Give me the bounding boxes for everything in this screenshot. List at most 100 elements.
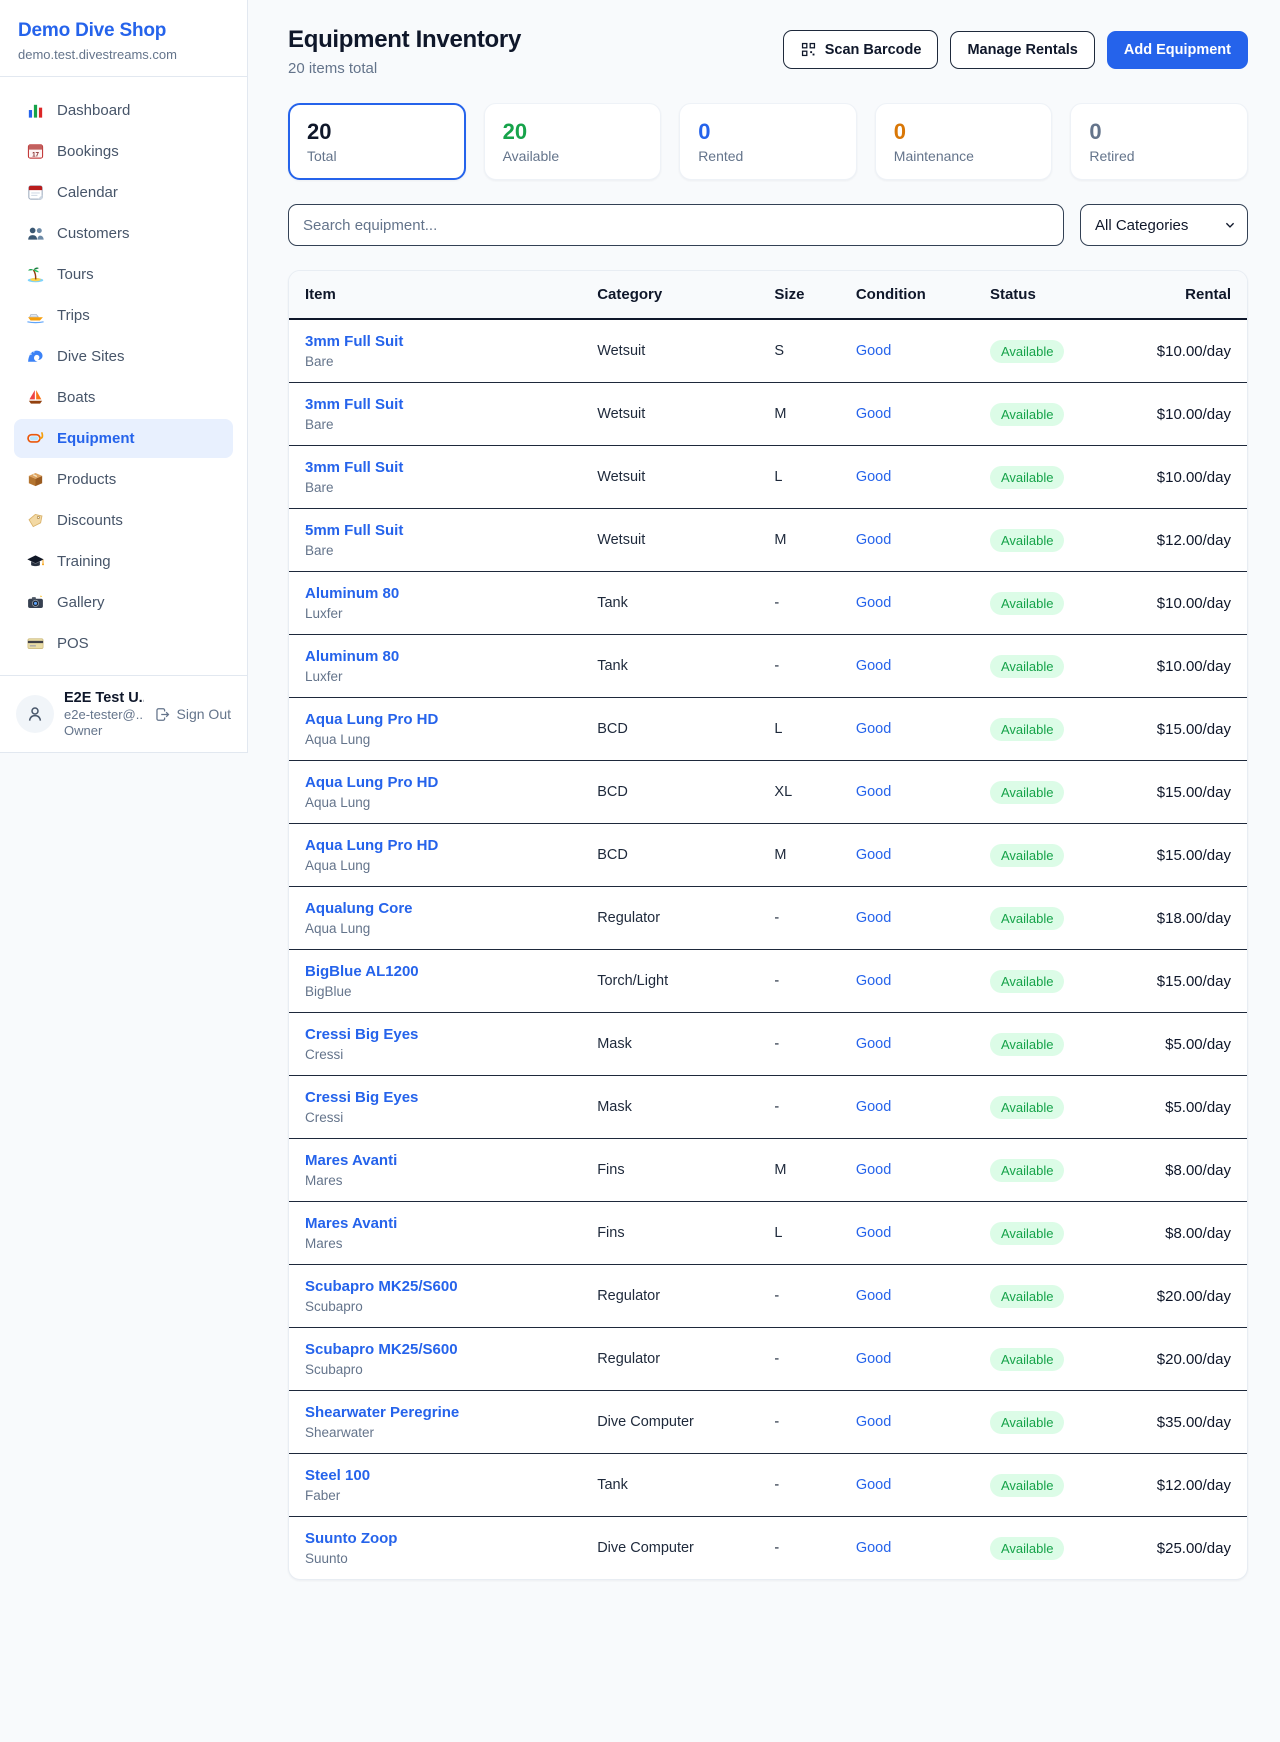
item-link[interactable]: Mares Avanti [305,1152,565,1169]
stat-card-retired[interactable]: 0 Retired [1070,103,1248,180]
item-condition-link[interactable]: Good [840,761,974,824]
sidebar-item-gallery[interactable]: Gallery [14,583,233,622]
status-badge: Available [990,403,1065,426]
table-row[interactable]: Steel 100 Faber Tank - Good Available $1… [289,1454,1247,1517]
items-total-text: 20 items total [288,60,521,77]
item-link[interactable]: Scubapro MK25/S600 [305,1278,565,1295]
table-row[interactable]: Aqualung Core Aqua Lung Regulator - Good… [289,887,1247,950]
sidebar-item-tours[interactable]: Tours [14,255,233,294]
item-condition-link[interactable]: Good [840,635,974,698]
table-row[interactable]: Suunto Zoop Suunto Dive Computer - Good … [289,1517,1247,1580]
stat-card-rented[interactable]: 0 Rented [679,103,857,180]
table-row[interactable]: Aqua Lung Pro HD Aqua Lung BCD M Good Av… [289,824,1247,887]
page-title-block: Equipment Inventory 20 items total [288,26,521,77]
scan-barcode-button[interactable]: Scan Barcode [783,30,939,69]
item-condition-link[interactable]: Good [840,1013,974,1076]
item-condition-link[interactable]: Good [840,1139,974,1202]
item-link[interactable]: Mares Avanti [305,1215,565,1232]
item-link[interactable]: Steel 100 [305,1467,565,1484]
search-input[interactable] [288,204,1064,246]
item-link[interactable]: Suunto Zoop [305,1530,565,1547]
table-row[interactable]: 5mm Full Suit Bare Wetsuit M Good Availa… [289,509,1247,572]
sidebar-item-dashboard[interactable]: Dashboard [14,91,233,130]
status-badge: Available [990,1474,1065,1497]
item-link[interactable]: Aqua Lung Pro HD [305,774,565,791]
stat-card-available[interactable]: 20 Available [484,103,662,180]
item-link[interactable]: Aqualung Core [305,900,565,917]
table-row[interactable]: Aqua Lung Pro HD Aqua Lung BCD XL Good A… [289,761,1247,824]
table-row[interactable]: Mares Avanti Mares Fins L Good Available… [289,1202,1247,1265]
stat-card-maintenance[interactable]: 0 Maintenance [875,103,1053,180]
sidebar-item-customers[interactable]: Customers [14,214,233,253]
table-row[interactable]: Aluminum 80 Luxfer Tank - Good Available… [289,635,1247,698]
table-row[interactable]: Mares Avanti Mares Fins M Good Available… [289,1139,1247,1202]
item-link[interactable]: Cressi Big Eyes [305,1089,565,1106]
dive-mask-icon [26,429,45,448]
sidebar-item-bookings[interactable]: Bookings [14,132,233,171]
item-condition-link[interactable]: Good [840,509,974,572]
item-condition-link[interactable]: Good [840,1202,974,1265]
sidebar-item-training[interactable]: Training [14,542,233,581]
table-row[interactable]: BigBlue AL1200 BigBlue Torch/Light - Goo… [289,950,1247,1013]
item-size: M [758,383,839,446]
shop-name[interactable]: Demo Dive Shop [18,20,229,42]
stat-label: Total [307,148,447,164]
sidebar-item-equipment[interactable]: Equipment [14,419,233,458]
add-equipment-button[interactable]: Add Equipment [1107,31,1248,69]
item-link[interactable]: Cressi Big Eyes [305,1026,565,1043]
sidebar-item-discounts[interactable]: Discounts [14,501,233,540]
item-condition-link[interactable]: Good [840,824,974,887]
item-condition-link[interactable]: Good [840,950,974,1013]
item-link[interactable]: 3mm Full Suit [305,459,565,476]
sidebar-item-label: Products [57,471,116,488]
item-condition-link[interactable]: Good [840,572,974,635]
table-row[interactable]: Cressi Big Eyes Cressi Mask - Good Avail… [289,1076,1247,1139]
item-link[interactable]: Aluminum 80 [305,585,565,602]
item-link[interactable]: 5mm Full Suit [305,522,565,539]
table-row[interactable]: Aqua Lung Pro HD Aqua Lung BCD L Good Av… [289,698,1247,761]
item-condition-link[interactable]: Good [840,1265,974,1328]
table-row[interactable]: Shearwater Peregrine Shearwater Dive Com… [289,1391,1247,1454]
item-link[interactable]: BigBlue AL1200 [305,963,565,980]
sidebar-item-boats[interactable]: Boats [14,378,233,417]
sign-out-button[interactable]: Sign Out [154,706,231,723]
sidebar-item-products[interactable]: Products [14,460,233,499]
item-link[interactable]: Aluminum 80 [305,648,565,665]
user-meta: E2E Test U... e2e-tester@... Owner [64,690,144,738]
sidebar-item-calendar[interactable]: Calendar [14,173,233,212]
item-condition-link[interactable]: Good [840,446,974,509]
table-row[interactable]: 3mm Full Suit Bare Wetsuit S Good Availa… [289,319,1247,383]
table-row[interactable]: Scubapro MK25/S600 Scubapro Regulator - … [289,1265,1247,1328]
stat-card-total[interactable]: 20 Total [288,103,466,180]
item-category: Wetsuit [581,383,758,446]
item-rental-price: $12.00/day [1103,1454,1247,1517]
table-row[interactable]: Scubapro MK25/S600 Scubapro Regulator - … [289,1328,1247,1391]
item-link[interactable]: Aqua Lung Pro HD [305,711,565,728]
table-row[interactable]: 3mm Full Suit Bare Wetsuit M Good Availa… [289,383,1247,446]
item-condition-link[interactable]: Good [840,319,974,383]
wave-icon [26,347,45,366]
item-link[interactable]: 3mm Full Suit [305,396,565,413]
item-condition-link[interactable]: Good [840,383,974,446]
item-link[interactable]: Aqua Lung Pro HD [305,837,565,854]
item-link[interactable]: Shearwater Peregrine [305,1404,565,1421]
item-condition-link[interactable]: Good [840,1076,974,1139]
item-size: XL [758,761,839,824]
item-condition-link[interactable]: Good [840,1454,974,1517]
manage-rentals-button[interactable]: Manage Rentals [950,31,1094,69]
table-row[interactable]: Cressi Big Eyes Cressi Mask - Good Avail… [289,1013,1247,1076]
item-condition-link[interactable]: Good [840,1391,974,1454]
table-row[interactable]: 3mm Full Suit Bare Wetsuit L Good Availa… [289,446,1247,509]
sidebar-item-dive-sites[interactable]: Dive Sites [14,337,233,376]
item-condition-link[interactable]: Good [840,887,974,950]
table-row[interactable]: Aluminum 80 Luxfer Tank - Good Available… [289,572,1247,635]
item-condition-link[interactable]: Good [840,698,974,761]
item-category: Fins [581,1202,758,1265]
sidebar-item-pos[interactable]: POS [14,624,233,663]
item-condition-link[interactable]: Good [840,1517,974,1580]
category-select[interactable]: All Categories [1080,204,1248,246]
item-link[interactable]: 3mm Full Suit [305,333,565,350]
item-condition-link[interactable]: Good [840,1328,974,1391]
item-link[interactable]: Scubapro MK25/S600 [305,1341,565,1358]
sidebar-item-trips[interactable]: Trips [14,296,233,335]
